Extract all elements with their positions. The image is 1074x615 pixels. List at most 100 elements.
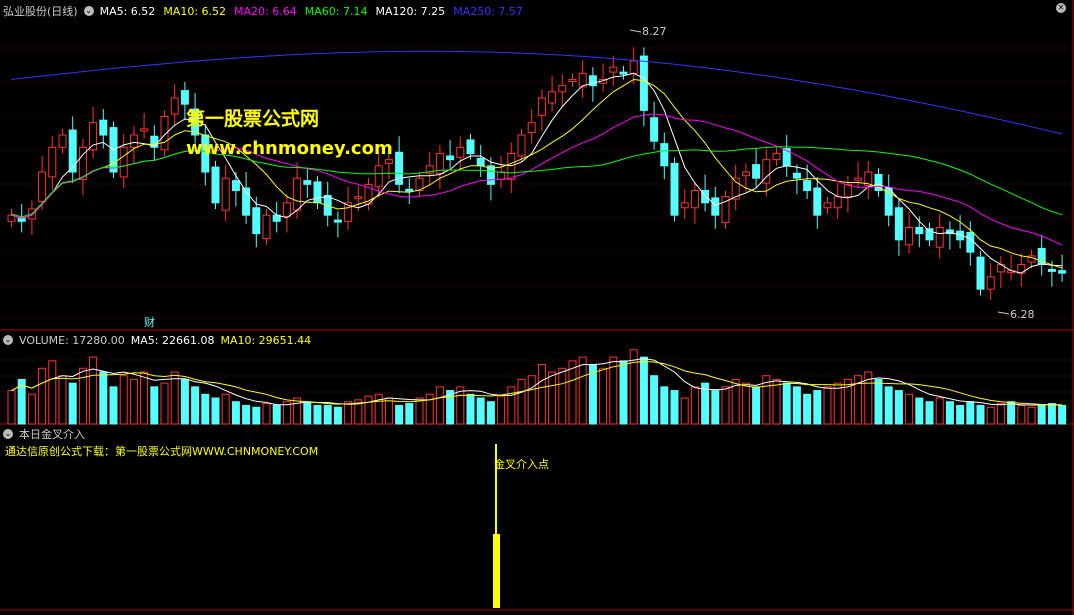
volume-bar [507,386,516,425]
candle-body [384,159,393,164]
stock-chart [0,0,1074,615]
volume-bar [670,390,679,425]
candle-body [48,146,57,178]
candle-body [517,134,526,157]
volume-bar [27,393,36,425]
volume-bar [395,404,404,425]
indicator-panel-header: ⌄ 本日金叉介入 [3,426,85,442]
candle-body [374,165,383,188]
finance-marker[interactable]: 财 [144,316,155,330]
candle-body [813,187,822,216]
volume-bar [1027,406,1036,425]
candle-body [823,202,832,209]
candle-body [527,122,536,134]
candle-body [548,91,557,104]
candle-body [405,188,414,192]
volume-bar [935,397,944,425]
volume-bar [160,382,169,425]
volume-bar [986,406,995,425]
candle-body [476,157,485,167]
volume-bar [333,406,342,425]
volume-bar [150,386,159,425]
candle-body [99,119,108,136]
candle-body [792,172,801,179]
volume-bar [7,390,16,425]
indicator-name: 本日金叉介入 [19,428,85,441]
volume-bar [650,375,659,425]
candle-body [915,227,924,235]
volume-bar [915,397,924,425]
candle-body [180,90,189,105]
volume-ma5-line [11,358,1063,406]
candle-body [282,202,291,217]
volume-bar [242,404,251,425]
volume-bar [293,397,302,425]
candle-body [303,180,312,185]
candle-body [456,146,465,158]
volume-bar [38,367,47,425]
volume-bar [792,386,801,425]
volume-bar [1007,401,1016,425]
volume-panel-header: ⌄ VOLUME: 17280.00 MA5: 22661.08 MA10: 2… [3,332,311,348]
candle-body [680,202,689,209]
volume-bar [201,393,210,425]
volume-bar [1037,404,1046,425]
candle-body [507,153,516,180]
candle-body [262,214,271,240]
candle-body [221,177,230,211]
candle-body [354,196,363,200]
watermark-url: www.chnmoney.com [186,138,393,159]
candle-body [568,79,577,82]
volume-bar [527,375,536,425]
candle-body [140,128,149,132]
candle-body [1047,268,1056,272]
volume-bar [996,403,1005,425]
candle-body [935,227,944,248]
volume-bar [313,404,322,425]
volume-bar [537,364,546,425]
volume-bar [782,382,791,425]
volume-bar [813,390,822,425]
volume-bar [752,386,761,425]
candle-body [711,197,720,216]
volume-bar [211,397,220,425]
candle-body [629,60,638,74]
collapse-icon[interactable]: ⌄ [3,429,13,439]
candle-body [976,256,985,290]
volume-bar [405,403,414,425]
volume-bar [956,404,965,425]
volume-bar [119,375,128,425]
candle-body [619,71,628,75]
low-marker [997,311,1010,315]
candle-body [466,139,475,155]
signal-label: 金叉介入点 [494,458,549,471]
volume-bar [497,395,506,425]
volume-bar [680,397,689,425]
candle-body [313,181,322,204]
volume-ma5: MA5: 22661.08 [130,333,215,347]
candle-body [905,227,914,246]
volume-bar [262,403,271,425]
watermark-title: 第一股票公式网 [186,108,320,130]
indicator-credit: 通达信原创公式下载：第一股票公式网WWW.CHNMONEY.COM [5,445,319,458]
candle-body [89,122,98,151]
volume-bar [48,360,57,425]
volume-bar [58,375,67,425]
volume-bar [89,356,98,425]
signal-bar [493,534,500,608]
volume-bar [619,360,628,425]
volume-bar [170,371,179,425]
volume-bar [803,393,812,425]
volume-bar [1047,403,1056,425]
volume-bar [425,393,434,425]
candle-body [894,207,903,241]
volume-bar [905,393,914,425]
volume-bar [466,393,475,425]
candle-body [231,180,240,191]
collapse-icon[interactable]: ⌄ [3,335,13,345]
candle-body [1058,270,1067,274]
ma250-line [11,50,1063,135]
volume-bar [874,378,883,425]
candle-body [670,162,679,216]
candle-body [211,166,220,204]
